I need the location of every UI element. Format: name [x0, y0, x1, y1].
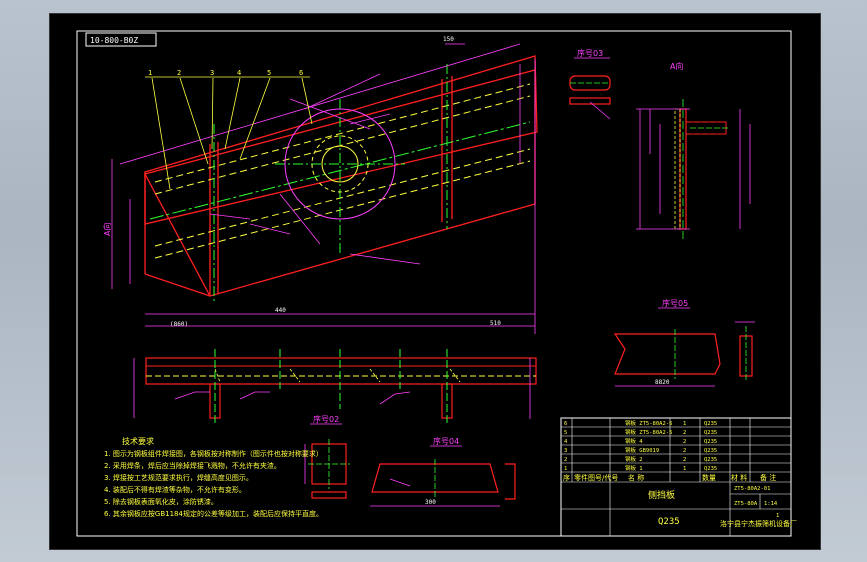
detail-05: 序号05 8820	[613, 298, 755, 387]
title-block: 6 钢板 ZT5-80A2-6 1 Q235 5 钢板 ZT5-80A2-5 2…	[560, 417, 797, 537]
row6-qty: 1	[683, 421, 686, 427]
note-3: 3. 焊接按工艺规范要求执行，焊缝高度见图示。	[104, 473, 253, 482]
row4-name: 钢板 4	[625, 437, 643, 445]
row2-mat: Q235	[704, 457, 717, 463]
detail-03-label: 序号03	[577, 48, 603, 58]
row3-mat: Q235	[704, 448, 717, 454]
note-4: 4. 装配后不得有焊渣等杂物，不允许有变形。	[104, 485, 246, 494]
hdr-no: 序	[563, 473, 570, 482]
scale: 1:14	[764, 501, 778, 507]
note-6: 6. 其余钢板应按GB1184规定的公差等级加工，装配后应保持平直度。	[104, 509, 323, 518]
code-box-text: 10-800-B0Z	[90, 36, 138, 45]
dim-8820: 8820	[655, 379, 670, 386]
row2-name: 钢板 2	[625, 455, 643, 463]
row3-name: 钢板 GB9019	[625, 446, 659, 454]
row5-qty: 2	[683, 430, 686, 436]
company-name: 洛宁县宁杰振筛机设备厂	[720, 519, 797, 528]
detail-04-label: 序号04	[433, 436, 459, 446]
note-5: 5. 除去钢板表面氧化皮，涂防锈漆。	[104, 497, 218, 506]
drawing-canvas: 10-800-B0Z 1 2 3 4 5 6 150 510 (860) 440…	[76, 30, 797, 537]
dim-300: 300	[425, 499, 436, 506]
callout-4: 4	[237, 69, 241, 77]
detail-04: 序号04 300	[370, 436, 516, 507]
hdr-code: 零件图号/代号	[574, 473, 618, 482]
callout-3: 3	[210, 69, 214, 77]
technical-notes: 技术要求 1. 图示为钢板组件焊接图，各钢板按对称制作（图示件也按对称要求） 2…	[104, 436, 323, 518]
detail-03: 序号03	[569, 48, 611, 120]
row6-mat: Q235	[704, 421, 717, 427]
row6-no: 6	[564, 421, 567, 427]
detail-05-label: 序号05	[662, 298, 688, 308]
main-plate-view: 1 2 3 4 5 6 150 510 (860) 440 A向	[102, 36, 538, 334]
view-a-label: A向	[102, 223, 112, 236]
row2-qty: 2	[683, 457, 686, 463]
section-a-view: A向	[636, 61, 751, 239]
drawing-no: ZT5-80A2-01	[734, 486, 770, 492]
part-name: 侧挡板	[648, 489, 675, 501]
material: Q235	[658, 517, 680, 527]
callout-6: 6	[299, 69, 303, 77]
row4-no: 4	[564, 439, 568, 445]
hdr-note: 备 注	[760, 473, 776, 482]
row1-qty: 1	[683, 466, 686, 472]
note-1: 1. 图示为钢板组件焊接图，各钢板按对称制作（图示件也按对称要求）	[104, 449, 323, 458]
callout-1: 1	[148, 69, 152, 77]
row3-qty: 2	[683, 448, 686, 454]
row2-no: 2	[564, 457, 567, 463]
section-a-label: A向	[670, 61, 683, 71]
row6-name: 钢板 ZT5-80A2-6	[625, 419, 672, 427]
callout-5: 5	[267, 69, 271, 77]
notes-title: 技术要求	[122, 436, 154, 446]
cad-drawing-sheet: 10-800-B0Z 1 2 3 4 5 6 150 510 (860) 440…	[49, 13, 821, 550]
hdr-mat: 材 料	[731, 473, 747, 482]
assembly-no: ZT5-80A	[734, 501, 758, 507]
note-2: 2. 采用焊条，焊后应当除掉焊接飞溅物，不允许有夹渣。	[104, 461, 281, 470]
callout-2: 2	[177, 69, 181, 77]
dim-440: 440	[275, 307, 286, 314]
dim-510: 510	[490, 320, 501, 327]
detail-02-label: 序号02	[313, 414, 339, 424]
row3-no: 3	[564, 448, 567, 454]
row5-no: 5	[564, 430, 567, 436]
bottom-section-view	[133, 349, 537, 424]
row4-qty: 2	[683, 439, 686, 445]
hdr-name: 名 称	[628, 473, 644, 482]
row1-name: 钢板 1	[625, 464, 643, 472]
dim-860: (860)	[170, 321, 188, 328]
row1-no: 1	[564, 466, 567, 472]
row1-mat: Q235	[704, 466, 717, 472]
row5-mat: Q235	[704, 430, 717, 436]
sheet-no: 1	[776, 513, 779, 519]
row5-name: 钢板 ZT5-80A2-5	[625, 428, 672, 436]
row4-mat: Q235	[704, 439, 717, 445]
dim-150: 150	[443, 36, 454, 43]
hdr-qty: 数量	[702, 473, 716, 482]
